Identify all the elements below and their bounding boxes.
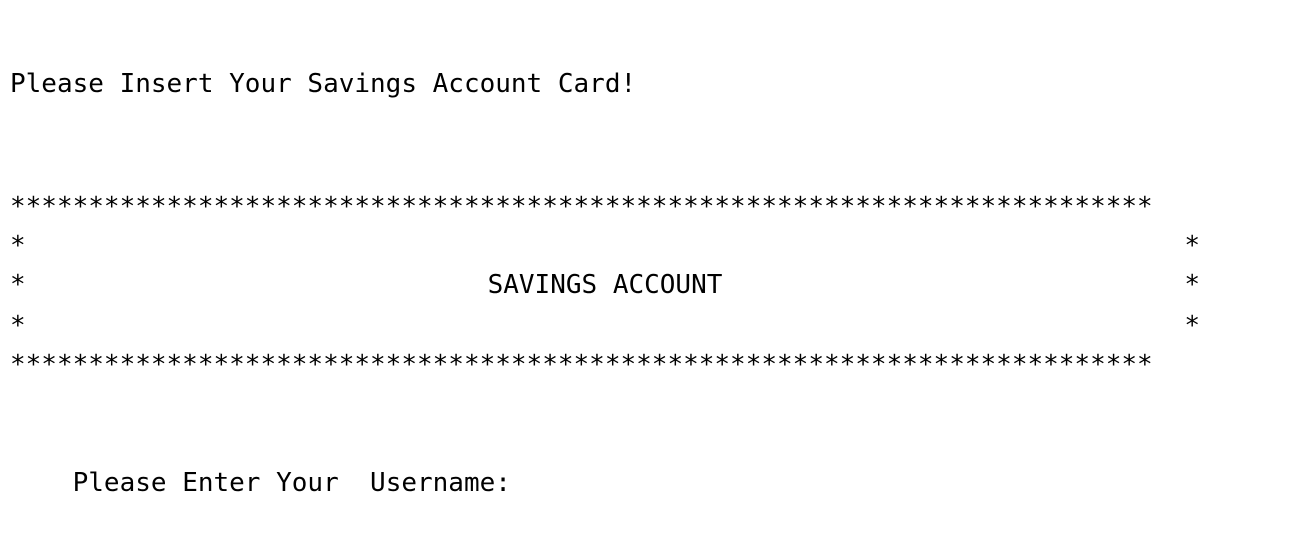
banner-bottom-border: ****************************************… <box>10 350 1153 380</box>
banner-row-empty-bottom: * * <box>10 306 1200 346</box>
banner-top-border: ****************************************… <box>10 192 1153 222</box>
username-prompt-row[interactable]: Please Enter Your Username: <box>10 423 523 498</box>
username-prompt: Please Enter Your Username: <box>72 468 511 498</box>
banner-title: SAVINGS ACCOUNT <box>487 270 723 300</box>
banner-right-edge: * <box>1184 231 1200 261</box>
banner-row-empty-top: * * <box>10 226 1200 266</box>
banner-right-edge: * <box>1184 270 1200 300</box>
terminal-output: Please Insert Your Savings Account Card!… <box>10 0 1310 498</box>
banner-left-edge: * <box>10 231 26 261</box>
username-input[interactable] <box>511 465 523 491</box>
banner-left-edge: * <box>10 311 26 341</box>
banner-row-title: * SAVINGS ACCOUNT * <box>10 265 1200 305</box>
insert-card-prompt: Please Insert Your Savings Account Card! <box>10 69 637 99</box>
banner-right-edge: * <box>1184 311 1200 341</box>
